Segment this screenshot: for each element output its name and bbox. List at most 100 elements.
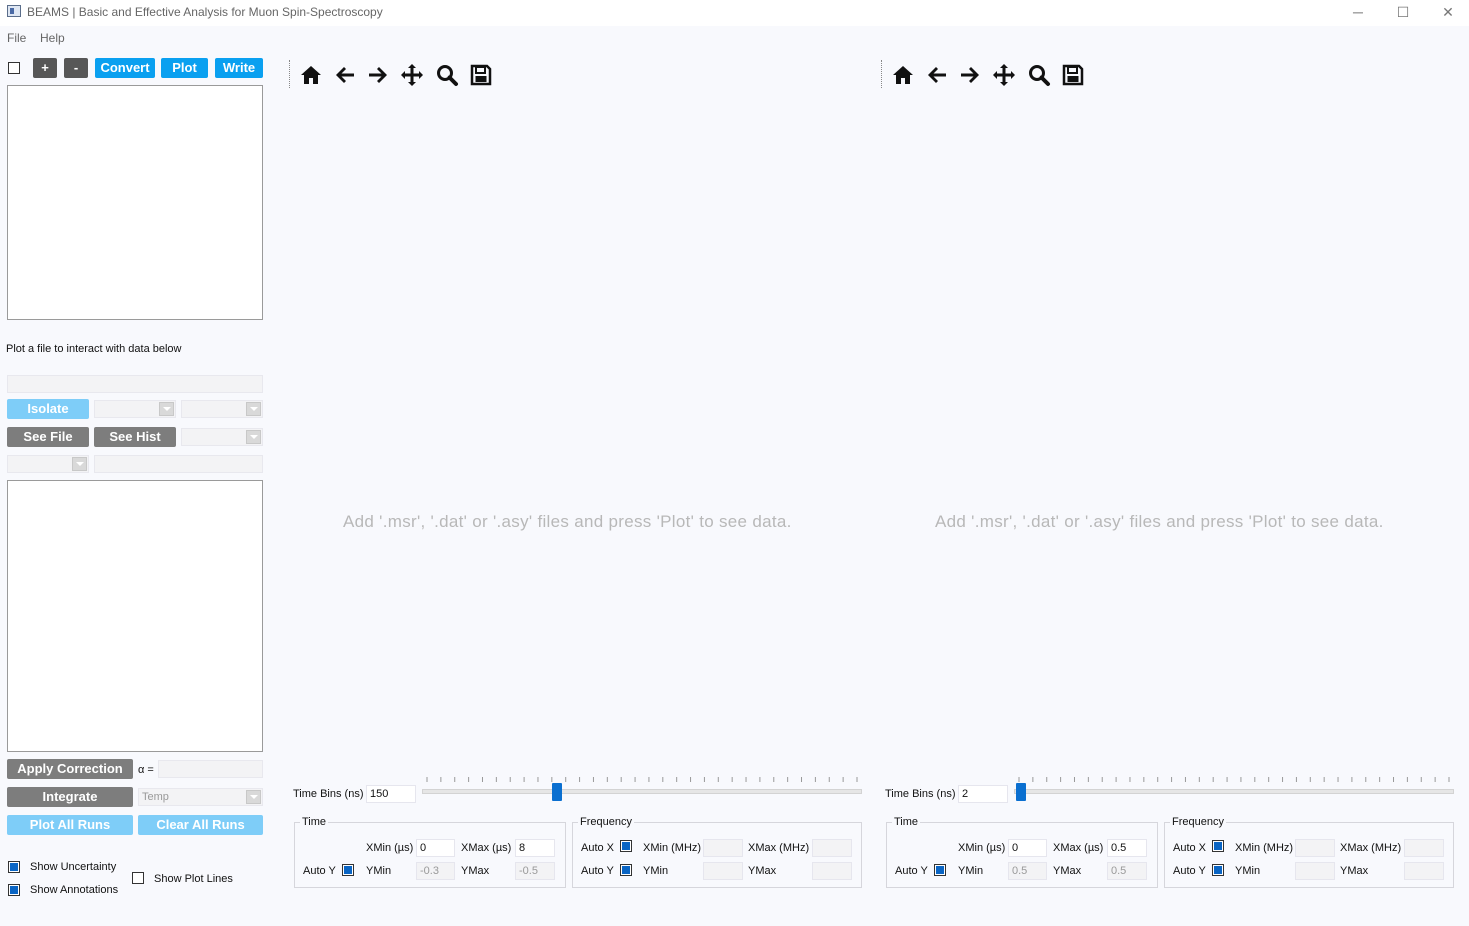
isolate-combo-2[interactable] — [181, 400, 263, 418]
freq-auto-y-label: Auto Y — [1173, 865, 1206, 877]
chevron-down-icon — [246, 790, 261, 804]
run-title-field[interactable] — [7, 375, 263, 393]
back-arrow-icon[interactable] — [925, 63, 949, 87]
freq-xmin-input[interactable] — [703, 839, 743, 857]
show-plot-lines-label: Show Plot Lines — [154, 873, 233, 885]
freq-ymax-input[interactable] — [1404, 862, 1444, 880]
xmin-label: XMin (µs) — [958, 842, 1006, 854]
clear-all-runs-button[interactable]: Clear All Runs — [138, 815, 263, 835]
plot-button[interactable]: Plot — [161, 58, 208, 78]
freq-ymin-label: YMin — [1235, 865, 1261, 877]
time-bins-slider[interactable] — [1014, 789, 1454, 794]
freq-xmin-input[interactable] — [1295, 839, 1335, 857]
maximize-button[interactable]: ☐ — [1393, 3, 1413, 21]
auto-y-checkbox[interactable] — [934, 864, 946, 876]
freq-xmin-label: XMin (MHz) — [1235, 842, 1294, 854]
plot2-placeholder: Add '.msr', '.dat' or '.asy' files and p… — [935, 512, 1384, 531]
ymin-input[interactable]: -0.3 — [416, 862, 455, 880]
forward-arrow-icon[interactable] — [366, 63, 390, 87]
see-file-button[interactable]: See File — [7, 427, 89, 447]
ymin-label: YMin — [366, 865, 392, 877]
freq-ymin-label: YMin — [643, 865, 669, 877]
apply-correction-button[interactable]: Apply Correction — [7, 759, 133, 779]
home-icon[interactable] — [299, 63, 323, 87]
freq-auto-y-checkbox[interactable] — [620, 864, 632, 876]
forward-arrow-icon[interactable] — [958, 63, 982, 87]
plot-hint-label: Plot a file to interact with data below — [6, 343, 182, 355]
param-combo[interactable] — [7, 455, 89, 473]
select-all-checkbox[interactable] — [8, 62, 20, 74]
convert-button[interactable]: Convert — [95, 58, 155, 78]
freq-auto-y-checkbox[interactable] — [1212, 864, 1224, 876]
integrate-button[interactable]: Integrate — [7, 787, 133, 807]
xmax-label: XMax (µs) — [461, 842, 512, 854]
xmin-label: XMin (µs) — [366, 842, 414, 854]
freq-xmax-input[interactable] — [1404, 839, 1444, 857]
ymin-input[interactable]: 0.5 — [1008, 862, 1047, 880]
freq-ymin-input[interactable] — [703, 862, 743, 880]
menu-file[interactable]: File — [7, 31, 26, 45]
window-title: BEAMS | Basic and Effective Analysis for… — [27, 5, 383, 19]
time-bins-slider-handle[interactable] — [552, 783, 563, 801]
add-file-button[interactable]: + — [33, 58, 57, 78]
show-uncertainty-checkbox[interactable] — [8, 861, 20, 873]
ymax-input[interactable]: -0.5 — [515, 862, 555, 880]
xmax-input[interactable]: 8 — [515, 839, 555, 857]
xmin-input[interactable]: 0 — [416, 839, 455, 857]
frequency-group-title: Frequency — [1170, 816, 1226, 828]
xmax-input[interactable]: 0.5 — [1107, 839, 1147, 857]
file-list[interactable] — [7, 85, 263, 320]
ymax-input[interactable]: 0.5 — [1107, 862, 1147, 880]
time-bins-slider-ticks — [1018, 777, 1450, 782]
auto-y-checkbox[interactable] — [342, 864, 354, 876]
freq-auto-y-label: Auto Y — [581, 865, 614, 877]
time-bins-slider-handle[interactable] — [1016, 783, 1026, 801]
show-plot-lines-checkbox[interactable] — [132, 872, 144, 884]
chevron-down-icon — [159, 402, 174, 416]
hist-combo[interactable] — [181, 428, 263, 446]
freq-ymax-input[interactable] — [812, 862, 852, 880]
freq-ymin-input[interactable] — [1295, 862, 1335, 880]
integrate-combo[interactable]: Temp — [138, 788, 263, 806]
menu-help[interactable]: Help — [40, 31, 65, 45]
plot-all-runs-button[interactable]: Plot All Runs — [7, 815, 133, 835]
chevron-down-icon — [72, 457, 87, 471]
isolate-button[interactable]: Isolate — [7, 399, 89, 419]
time-bins-input[interactable]: 150 — [366, 785, 416, 803]
save-icon[interactable] — [1061, 63, 1085, 87]
auto-y-label: Auto Y — [895, 865, 928, 877]
pan-move-icon[interactable] — [992, 63, 1016, 87]
write-button[interactable]: Write — [215, 58, 263, 78]
alpha-field[interactable] — [158, 760, 263, 778]
isolate-combo-1[interactable] — [94, 400, 176, 418]
auto-x-checkbox[interactable] — [620, 840, 632, 852]
time-bins-input[interactable]: 2 — [958, 785, 1008, 803]
remove-file-button[interactable]: - — [64, 58, 88, 78]
toolbar-separator — [289, 60, 290, 88]
zoom-search-icon[interactable] — [1027, 63, 1051, 87]
alpha-label: α = — [138, 764, 154, 776]
time-bins-slider[interactable] — [422, 789, 862, 794]
ymax-label: YMax — [461, 865, 490, 877]
pan-move-icon[interactable] — [400, 63, 424, 87]
home-icon[interactable] — [891, 63, 915, 87]
back-arrow-icon[interactable] — [333, 63, 357, 87]
frequency-group-title: Frequency — [578, 816, 634, 828]
freq-xmax-input[interactable] — [812, 839, 852, 857]
xmin-input[interactable]: 0 — [1008, 839, 1047, 857]
minimize-button[interactable]: ─ — [1348, 3, 1368, 21]
freq-xmin-label: XMin (MHz) — [643, 842, 702, 854]
close-button[interactable]: ✕ — [1438, 3, 1458, 21]
param-field[interactable] — [94, 455, 263, 473]
chevron-down-icon — [246, 402, 261, 416]
save-icon[interactable] — [469, 63, 493, 87]
auto-x-checkbox[interactable] — [1212, 840, 1224, 852]
see-hist-button[interactable]: See Hist — [94, 427, 176, 447]
zoom-search-icon[interactable] — [435, 63, 459, 87]
ymax-label: YMax — [1053, 865, 1082, 877]
auto-y-label: Auto Y — [303, 865, 336, 877]
xmax-label: XMax (µs) — [1053, 842, 1104, 854]
show-annotations-checkbox[interactable] — [8, 884, 20, 896]
run-list[interactable] — [7, 480, 263, 752]
plot1-placeholder: Add '.msr', '.dat' or '.asy' files and p… — [343, 512, 792, 531]
